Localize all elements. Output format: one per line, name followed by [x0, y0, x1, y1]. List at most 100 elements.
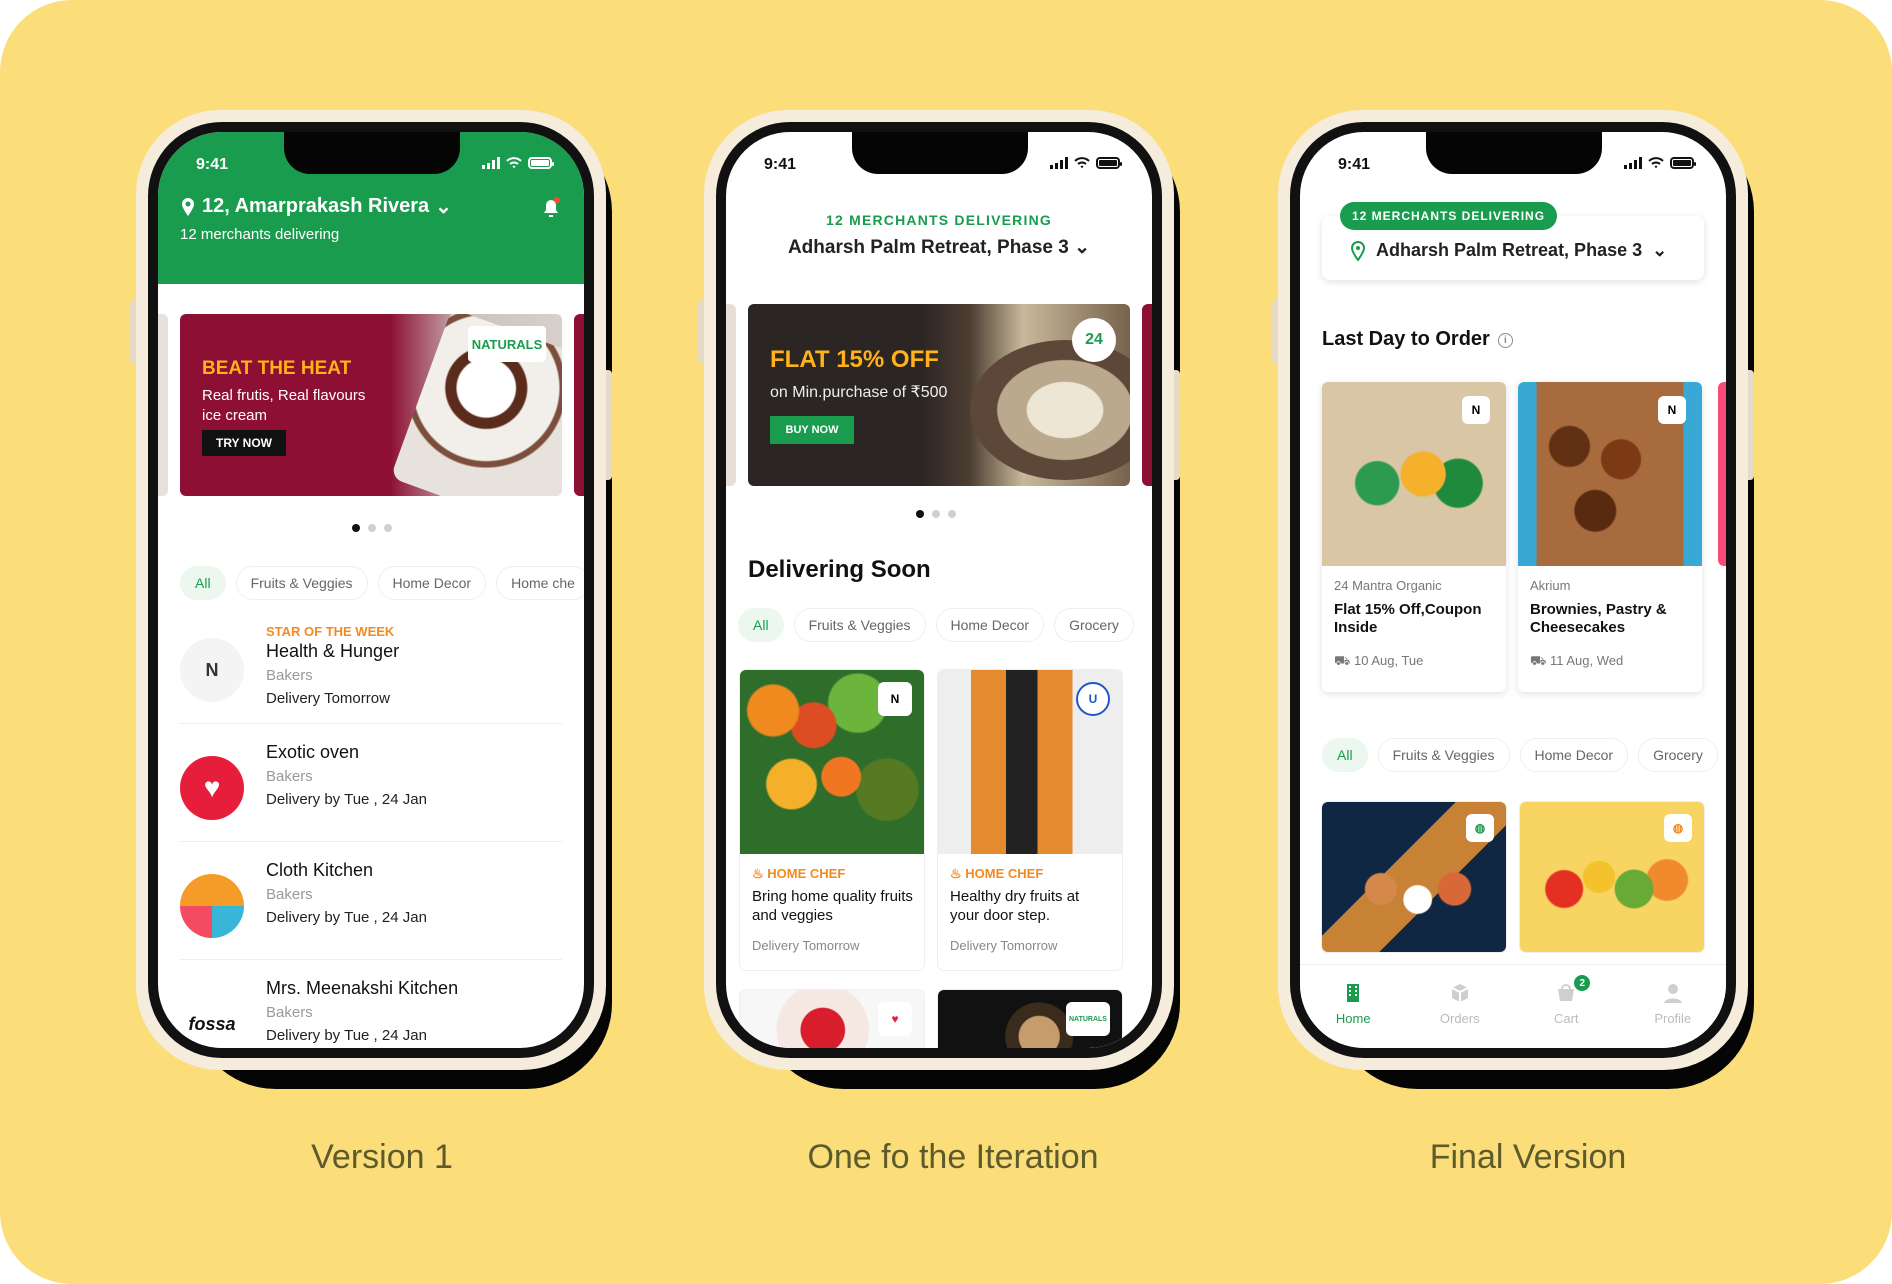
address-selector[interactable]: Adharsh Palm Retreat, Phase 3 ⌄ [726, 236, 1152, 259]
chip-fruits-veggies[interactable]: Fruits & Veggies [235, 566, 368, 600]
status-icons [482, 157, 554, 169]
banner-text: on Min.purchase of ₹500 [770, 384, 948, 401]
chip-all[interactable]: All [1322, 738, 1368, 772]
info-icon[interactable]: i [1497, 333, 1513, 348]
card-title: Healthy dry fruits at your door step. [950, 888, 1080, 924]
status-icons [1050, 157, 1122, 169]
nav-label: Profile [1654, 1011, 1692, 1026]
signal-icon [1050, 157, 1068, 169]
chef-hat-icon: ♨ [752, 866, 768, 881]
merchant-name: Health & Hunger [266, 641, 400, 661]
merchant-avatar: N [180, 638, 244, 702]
delivery-truck-icon: ⛟ [1530, 653, 1550, 668]
merchant-avatar [180, 874, 244, 938]
address-selector[interactable]: Adharsh Palm Retreat, Phase 3 ⌄ [1350, 240, 1667, 261]
iteration-label: One fo the Iteration [807, 1138, 1099, 1176]
product-card[interactable]: N ♨ HOME CHEF Bring home quality fruits … [740, 670, 924, 970]
banner-title: FLAT 15% OFF [770, 346, 939, 373]
merchant-list-item[interactable]: fossa Mrs. Meenakshi Kitchen Bakers Deli… [180, 968, 562, 1048]
offer-merchant: Akrium [1530, 578, 1571, 593]
try-now-button[interactable]: TRY NOW [202, 430, 286, 456]
product-card[interactable]: U ♨ HOME CHEF Healthy dry fruits at your… [938, 670, 1122, 970]
promo-banner[interactable]: BEAT THE HEAT Real frutis, Real flavours… [180, 314, 562, 496]
category-chips: All Fruits & Veggies Home Decor Grocery [738, 608, 1134, 642]
merchant-delivery-pill: 12 MERCHANTS DELIVERING [1340, 202, 1558, 230]
battery-icon [1096, 157, 1122, 169]
chip-fruits-veggies[interactable]: Fruits & Veggies [1377, 738, 1510, 772]
merchant-name: Exotic oven [266, 742, 360, 762]
merchant-category: Bakers [266, 667, 313, 684]
offer-date-text: 10 Aug, Tue [1353, 653, 1424, 668]
offer-card[interactable]: N 24 Mantra Organic Flat 15% Off,Coupon … [1322, 382, 1506, 692]
chip-fruits-veggies[interactable]: Fruits & Veggies [793, 608, 926, 642]
category-chips: All Fruits & Veggies Home Decor Home che [180, 566, 584, 600]
merchant-list-item[interactable]: ♥ Exotic oven Bakers Delivery by Tue , 2… [180, 732, 562, 842]
phone-notch [1426, 132, 1602, 174]
chip-home-decor[interactable]: Home Decor [935, 608, 1045, 642]
nav-cart[interactable]: 2 Cart [1526, 975, 1606, 1026]
next-offer-peek [1718, 382, 1726, 566]
status-time: 9:41 [764, 156, 797, 173]
merchant-badge: N [1658, 396, 1686, 424]
chip-all[interactable]: All [738, 608, 784, 642]
version-1-phone: 9:41 12, Amarprakash Rivera ⌄ 12 merchan… [130, 110, 612, 1089]
offer-date-text: 11 Aug, Wed [1549, 653, 1624, 668]
banner-text: Real frutis, Real flavours ice cream [202, 387, 366, 425]
merchant-details: Mrs. Meenakshi Kitchen Bakers Delivery b… [266, 978, 458, 1044]
chip-grocery[interactable]: Grocery [1638, 738, 1718, 772]
home-icon [1347, 984, 1360, 1002]
product-card[interactable]: ◍ [1322, 802, 1506, 952]
final-version-phone: 9:41 12 MERCHANTS DELIVERING Adharsh Pal… [1272, 110, 1754, 1089]
version-1-screen: 9:41 12, Amarprakash Rivera ⌄ 12 merchan… [158, 132, 584, 1048]
profile-icon [1663, 984, 1682, 1003]
final-version-screen: 9:41 12 MERCHANTS DELIVERING Adharsh Pal… [1300, 132, 1726, 1048]
status-icons [1624, 157, 1696, 169]
merchant-avatar: fossa [180, 992, 244, 1048]
version-1-label: Version 1 [311, 1138, 453, 1176]
banner-title: BEAT THE HEAT [202, 358, 352, 379]
wifi-icon [506, 157, 522, 168]
banner-pagination [352, 524, 392, 532]
product-card[interactable]: ♥ [740, 990, 924, 1048]
chip-home-decor[interactable]: Home Decor [1519, 738, 1629, 772]
presentation-background: 9:41 12, Amarprakash Rivera ⌄ 12 merchan… [0, 0, 1892, 1284]
last-day-title-text: Last Day to Order [1322, 328, 1490, 350]
buy-now-button[interactable]: BUY NOW [770, 416, 854, 444]
nav-home[interactable]: Home [1313, 981, 1393, 1026]
home-chef-label: HOME CHEF [965, 866, 1044, 881]
chip-home-decor[interactable]: Home Decor [377, 566, 487, 600]
product-card[interactable]: NATURALS [938, 990, 1122, 1048]
merchant-name: Cloth Kitchen [266, 860, 374, 880]
chip-grocery[interactable]: Grocery [1054, 608, 1134, 642]
status-time: 9:41 [196, 156, 229, 173]
card-delivery: Delivery Tomorrow [950, 937, 1058, 953]
home-chef-label: HOME CHEF [767, 866, 846, 881]
merchant-badge: NATURALS [1066, 1002, 1110, 1036]
iteration-phone: 9:41 12 MERCHANTS DELIVERING Adharsh Pal… [698, 110, 1180, 1089]
merchant-badge: ♥ [878, 1002, 912, 1036]
previous-banner-peek [158, 314, 168, 496]
final-version-label: Final Version [1429, 1138, 1627, 1176]
merchant-badge-icon: ◍ [1664, 814, 1692, 842]
next-banner-peek [574, 314, 584, 496]
delivery-address-header[interactable]: 12 MERCHANTS DELIVERING Adharsh Palm Ret… [726, 212, 1152, 259]
merchant-list-item[interactable]: N STAR OF THE WEEK Health & Hunger Baker… [180, 614, 562, 724]
chip-all[interactable]: All [180, 566, 226, 600]
chip-home-chef[interactable]: Home che [496, 566, 584, 600]
delivery-truck-icon: ⛟ [1334, 653, 1354, 668]
nav-profile[interactable]: Profile [1633, 981, 1713, 1026]
offer-card[interactable]: N Akrium Brownies, Pastry & Cheesecakes … [1518, 382, 1702, 692]
merchant-list-item[interactable]: Cloth Kitchen Bakers Delivery by Tue , 2… [180, 850, 562, 960]
product-card[interactable]: ◍ [1520, 802, 1704, 952]
nav-orders[interactable]: Orders [1420, 981, 1500, 1026]
24-mantra-logo: 24 [1072, 318, 1116, 362]
battery-icon [528, 157, 554, 169]
promo-banner[interactable]: FLAT 15% OFF on Min.purchase of ₹500 BUY… [748, 304, 1130, 486]
merchant-delivery-label: 12 MERCHANTS DELIVERING [826, 212, 1052, 228]
cart-count-badge: 2 [1574, 975, 1591, 991]
wifi-icon [1074, 157, 1090, 168]
previous-banner-peek [726, 304, 736, 486]
nav-label: Orders [1439, 1011, 1480, 1026]
merchant-category: Bakers [266, 1004, 313, 1021]
offer-title: Brownies, Pastry & Cheesecakes [1530, 601, 1667, 636]
